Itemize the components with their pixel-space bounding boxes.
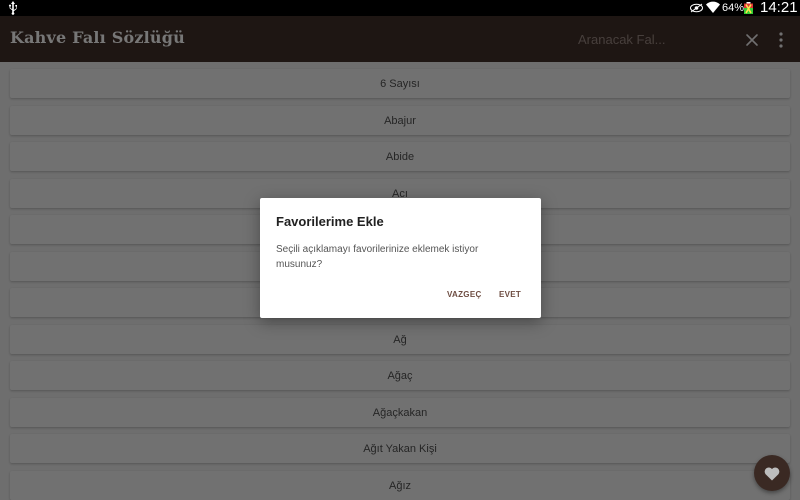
clock: 14:21 (760, 0, 798, 16)
usb-icon (9, 1, 17, 15)
wifi-icon (706, 1, 720, 14)
dialog-title: Favorilerime Ekle (276, 214, 384, 229)
add-favorite-dialog: Favorilerime Ekle Seçili açıklamayı favo… (260, 198, 541, 318)
cancel-button[interactable]: VAZGEÇ (447, 290, 482, 299)
heart-icon (764, 466, 780, 480)
eye-icon (690, 3, 703, 13)
favorites-fab[interactable] (754, 455, 790, 491)
battery-icon (744, 2, 753, 14)
dialog-message: Seçili açıklamayı favorilerinize eklemek… (276, 244, 479, 270)
battery-percent: 64% (722, 2, 745, 14)
status-bar: 64% 14:21 (0, 0, 800, 16)
confirm-button[interactable]: EVET (499, 290, 521, 299)
